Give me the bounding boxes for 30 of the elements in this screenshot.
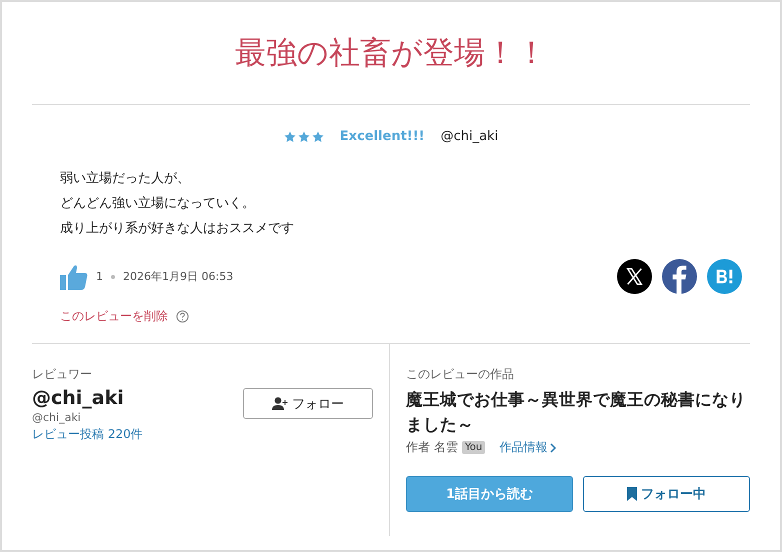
work-title[interactable]: 魔王城でお仕事～異世界で魔王の秘書になりました～: [406, 387, 750, 437]
star-icon: [298, 130, 310, 142]
following-button[interactable]: フォロー中: [583, 476, 750, 512]
chevron-right-icon: [550, 442, 558, 452]
work-info-link[interactable]: 作品情報: [499, 439, 558, 456]
x-share-icon[interactable]: [617, 259, 652, 294]
work-heading: このレビューの作品: [406, 366, 515, 383]
bookmark-icon: [627, 487, 637, 501]
follow-button[interactable]: フォロー: [243, 388, 373, 419]
thumbs-up-icon[interactable]: [60, 264, 88, 290]
add-user-icon: [272, 397, 288, 410]
review-text: 弱い立場だった人が、 どんどん強い立場になっていく。 成り上がり系が好きな人はおススメです: [60, 170, 295, 238]
help-icon[interactable]: [176, 310, 189, 323]
author-name[interactable]: 名雲: [434, 439, 458, 456]
star-icon: [312, 130, 324, 142]
facebook-share-icon[interactable]: [662, 259, 697, 294]
reviewer-handle: @chi_aki: [440, 129, 498, 144]
rating-label: Excellent!!!: [340, 129, 425, 144]
like-count: 1: [96, 270, 103, 283]
review-date: 2026年1月9日 06:53: [123, 269, 234, 284]
author-label: 作者: [406, 439, 430, 456]
star-icon: [284, 130, 296, 142]
delete-review-link[interactable]: このレビューを削除: [60, 308, 168, 325]
you-badge: You: [462, 441, 486, 454]
reviewer-id: @chi_aki: [32, 411, 82, 424]
review-count-link[interactable]: レビュー投稿 220件: [32, 426, 143, 443]
reviewer-heading: レビュワー: [32, 366, 93, 383]
bookmark-share-icon[interactable]: [707, 259, 742, 294]
review-title: 最強の社畜が登場！！: [32, 2, 750, 105]
reviewer-name[interactable]: @chi_aki: [32, 387, 143, 409]
